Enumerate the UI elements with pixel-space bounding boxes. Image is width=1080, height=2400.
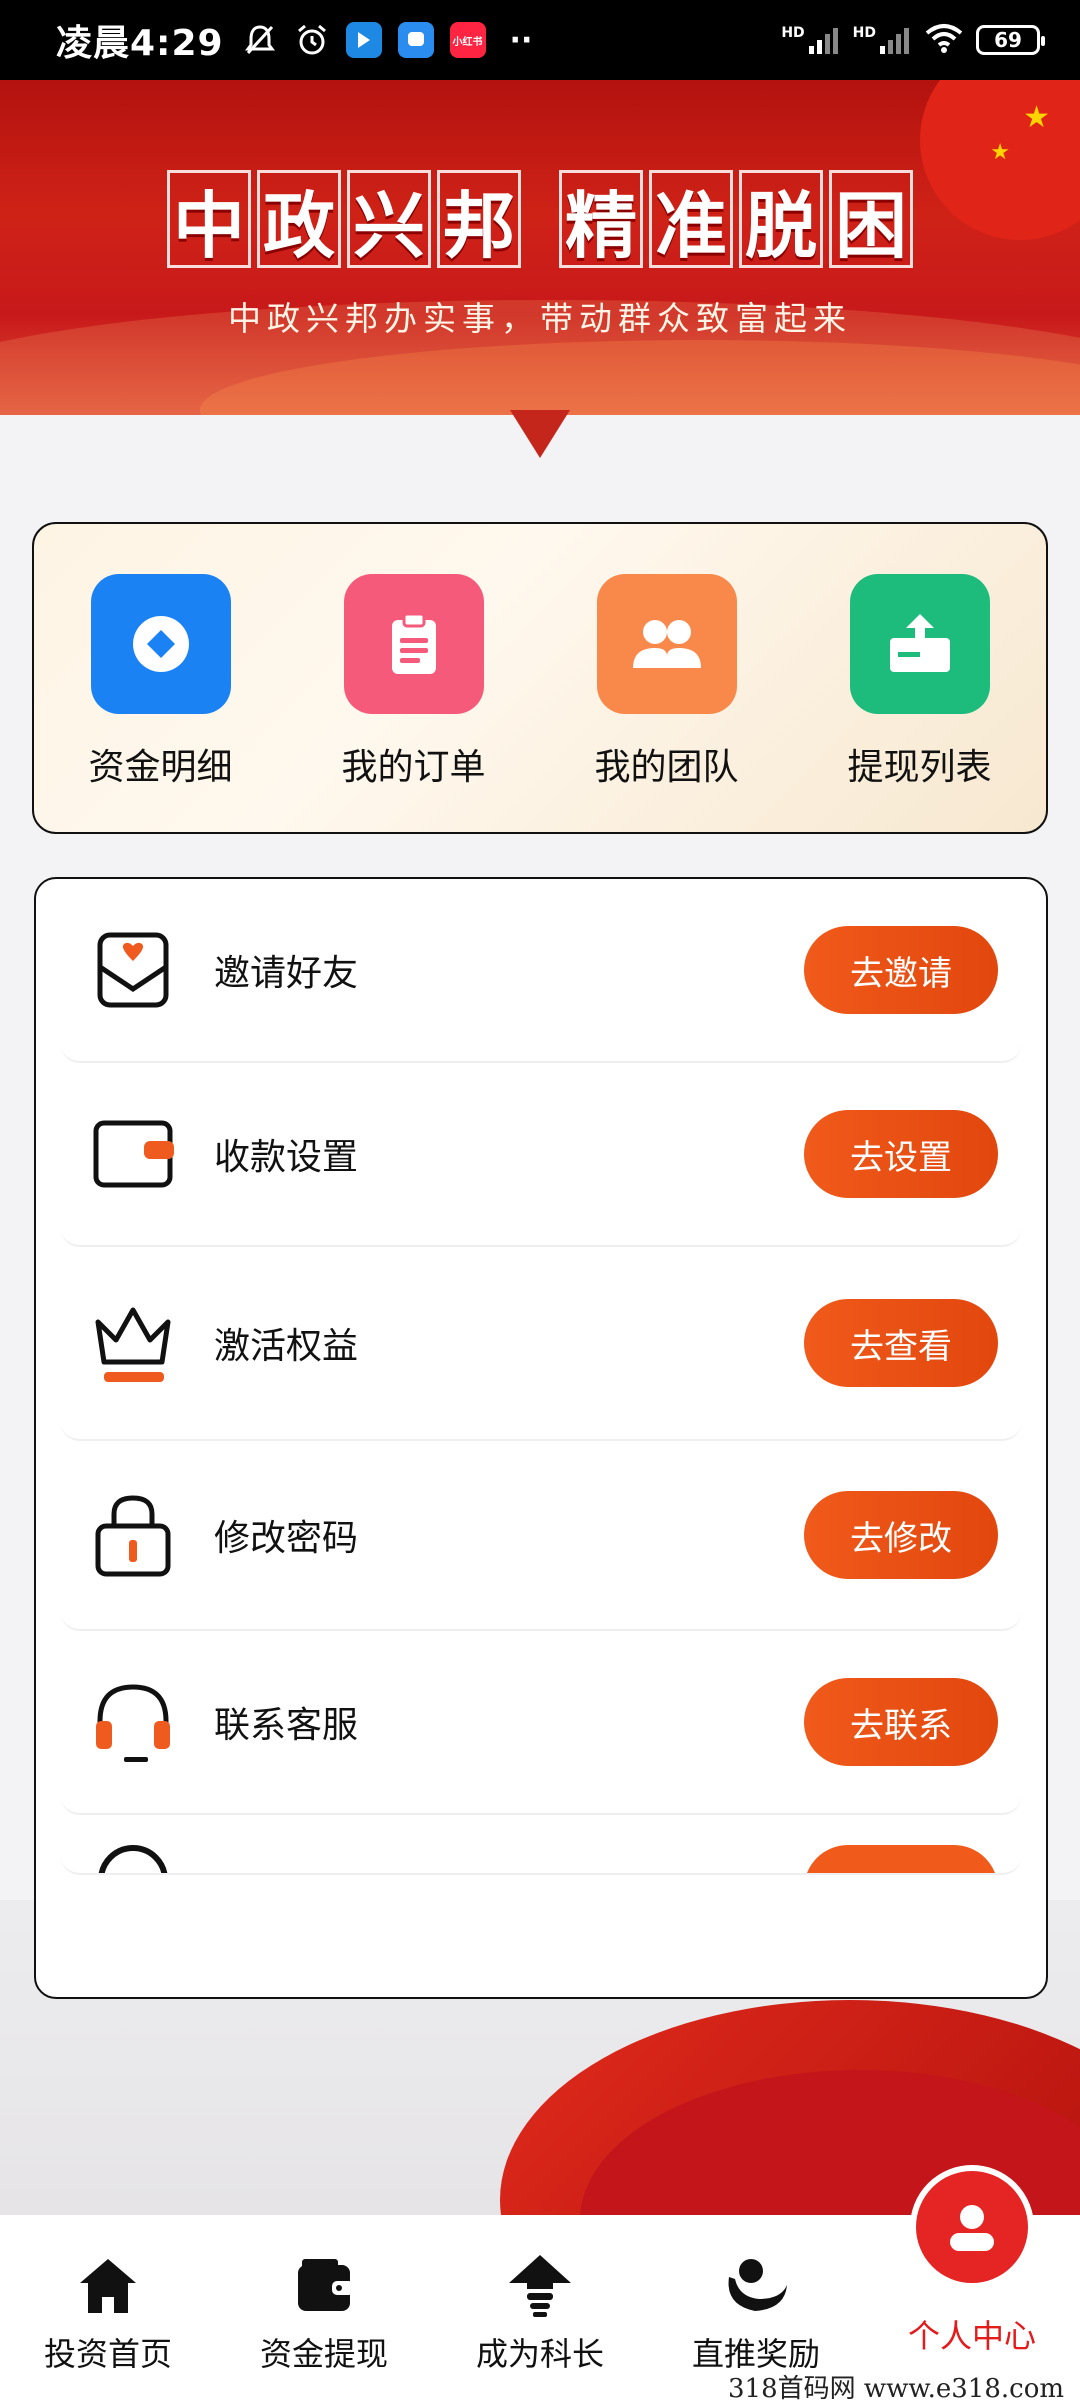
star-icon: ★ (990, 140, 1010, 165)
view-button[interactable]: 去查看 (804, 1299, 998, 1387)
wallet-tab-icon (289, 2251, 359, 2321)
watermark-text: 318首码网 www.e318.com (728, 2368, 1064, 2400)
tab-withdraw[interactable]: 资金提现 (224, 2215, 424, 2375)
quick-menu: 资金明细 我的订单 我的团队 提现列表 (32, 522, 1048, 834)
app-icon-chat (397, 22, 434, 58)
list-item-activate-benefits: 激活权益 去查看 (60, 1247, 1022, 1441)
withdraw-icon (849, 574, 990, 714)
setup-button[interactable]: 去设置 (804, 1110, 998, 1198)
signal-2-icon: HD (853, 26, 912, 54)
wifi-icon (924, 22, 964, 58)
contact-button[interactable]: 去联系 (804, 1678, 998, 1766)
diamond-icon (90, 574, 231, 714)
clipboard-icon (343, 574, 484, 714)
home-icon (73, 2251, 143, 2321)
team-icon (596, 574, 737, 714)
app-icon-red: 小红书 (449, 22, 486, 58)
quick-fund-details[interactable]: 资金明细 (51, 574, 271, 790)
upgrade-arrow-icon (505, 2251, 575, 2321)
settings-list: 邀请好友 去邀请 收款设置 去设置 激活权益 去查看 修改密码 去修改 联系客服… (34, 877, 1048, 1999)
app-icon-blue (345, 22, 382, 58)
banner-pointer (510, 410, 570, 458)
partial-row-icon (98, 1845, 168, 1873)
status-more-dots: ·· (509, 22, 533, 58)
battery-icon: 69 (976, 25, 1045, 55)
quick-my-orders[interactable]: 我的订单 (304, 574, 524, 790)
tab-home[interactable]: 投资首页 (8, 2215, 208, 2375)
quick-withdraw-list[interactable]: 提现列表 (810, 574, 1030, 790)
wallet-icon (88, 1109, 178, 1199)
tab-promote[interactable]: 成为科长 (440, 2215, 640, 2375)
lock-icon (88, 1490, 178, 1580)
list-item-payment-settings: 收款设置 去设置 (60, 1063, 1022, 1247)
invite-envelope-icon (88, 925, 178, 1015)
list-item-invite: 邀请好友 去邀请 (60, 879, 1022, 1063)
signal-1-icon: HD (781, 26, 840, 54)
status-time: 凌晨4:29 (56, 23, 224, 64)
status-notification-icons: 小红书 ·· (242, 22, 533, 58)
hero-banner: ★ ★ 中 政 兴 邦 精 准 脱 困 中政兴邦办实事，带动群众致富起来 (0, 80, 1080, 415)
tab-rewards[interactable]: 直推奖励 (656, 2215, 856, 2375)
banner-subtitle: 中政兴邦办实事，带动群众致富起来 (228, 299, 852, 338)
modify-button[interactable]: 去修改 (804, 1491, 998, 1579)
list-item-contact-support: 联系客服 去联系 (60, 1631, 1022, 1815)
alarm-icon (294, 22, 330, 58)
list-item-partial (60, 1815, 1022, 1875)
status-bar: 凌晨4:29 小红书 ·· HD HD 69 (0, 0, 1080, 80)
invite-button[interactable]: 去邀请 (804, 926, 998, 1014)
user-icon[interactable] (910, 2165, 1034, 2289)
quick-my-team[interactable]: 我的团队 (557, 574, 777, 790)
headset-icon (88, 1677, 178, 1767)
reward-icon (721, 2251, 791, 2321)
partial-row-button[interactable] (804, 1845, 998, 1873)
banner-title: 中 政 兴 邦 精 准 脱 困 (0, 170, 1080, 268)
star-icon: ★ (1023, 100, 1050, 135)
crown-icon (88, 1298, 178, 1388)
status-system-icons: HD HD 69 (781, 22, 1045, 58)
list-item-change-password: 修改密码 去修改 (60, 1441, 1022, 1631)
bell-off-icon (242, 22, 278, 58)
